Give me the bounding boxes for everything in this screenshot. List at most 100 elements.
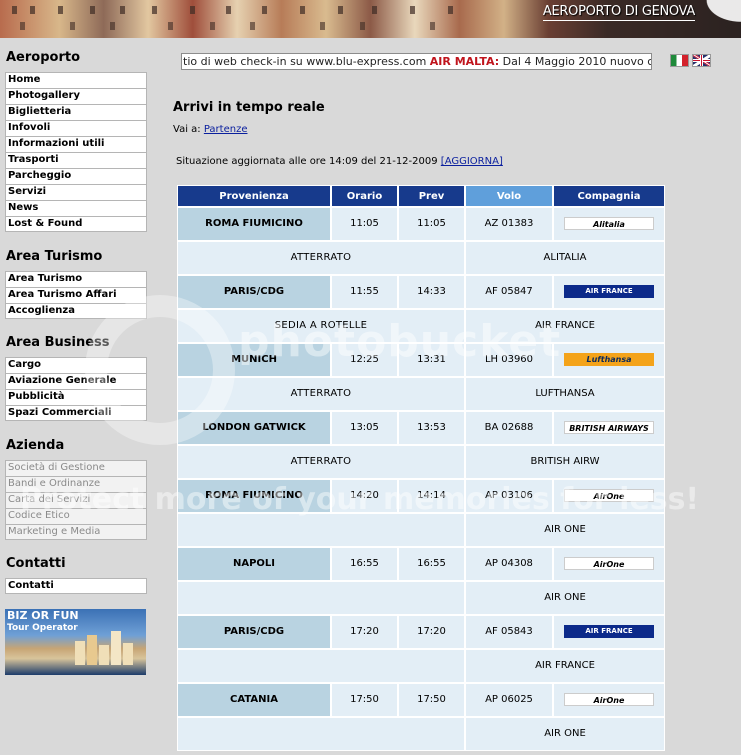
aggiorna-link[interactable]: [AGGIORNA] xyxy=(441,156,503,167)
cell-status xyxy=(177,513,465,547)
cell-prev: 14:33 xyxy=(398,275,465,309)
sidebar-item-carta-dei-servizi[interactable]: Carta dei Servizi xyxy=(5,492,147,508)
cell-compagnia: ALITALIA xyxy=(465,241,665,275)
table-row-status: AIR ONE xyxy=(177,717,665,751)
cell-orario: 14:20 xyxy=(331,479,398,513)
airline-logo: AirOne xyxy=(564,556,654,570)
cell-compagnia: AIR FRANCE xyxy=(465,649,665,683)
ticker-highlight: AIR MALTA: xyxy=(429,55,500,68)
menu-contatti: Contatti xyxy=(5,578,147,594)
sidebar-item-lost-found[interactable]: Lost & Found xyxy=(5,216,147,232)
cell-prev: 17:50 xyxy=(398,683,465,717)
news-ticker[interactable]: tio di web check-in su www.blu-express.c… xyxy=(181,53,652,70)
sidebar-item-servizi[interactable]: Servizi xyxy=(5,184,147,200)
cell-compagnia: AIR ONE xyxy=(465,513,665,547)
sidebar-item-bandi-e-ordinanze[interactable]: Bandi e Ordinanze xyxy=(5,476,147,492)
cell-volo: AP 06025 xyxy=(465,683,553,717)
table-row-status: AIR ONE xyxy=(177,581,665,615)
table-row[interactable]: LONDON GATWICK 13:05 13:53 BA 02688 BRITISH … xyxy=(177,411,665,445)
table-row[interactable]: CATANIA 17:50 17:50 AP 06025 AirOne xyxy=(177,683,665,717)
cell-status: ATTERRATO xyxy=(177,241,465,275)
cell-orario: 11:55 xyxy=(331,275,398,309)
cell-provenienza: PARIS/CDG xyxy=(177,615,331,649)
cell-volo: BA 02688 xyxy=(465,411,553,445)
table-row[interactable]: PARIS/CDG 11:55 14:33 AF 05847 AIR FRANCE xyxy=(177,275,665,309)
sidebar-item-infovoli[interactable]: Infovoli xyxy=(5,120,147,136)
table-row-status: ATTERRATO LUFTHANSA xyxy=(177,377,665,411)
table-row[interactable]: NAPOLI 16:55 16:55 AP 04308 AirOne xyxy=(177,547,665,581)
sidebar-item-home[interactable]: Home xyxy=(5,72,147,88)
sidebar-item-informazioni-utili[interactable]: Informazioni utili xyxy=(5,136,147,152)
cell-status: SEDIA A ROTELLE xyxy=(177,309,465,343)
cell-provenienza: CATANIA xyxy=(177,683,331,717)
cell-prev: 16:55 xyxy=(398,547,465,581)
cell-provenienza: NAPOLI xyxy=(177,547,331,581)
airline-logo: AIR FRANCE xyxy=(564,284,654,298)
sidebar-item-contatti[interactable]: Contatti xyxy=(5,578,147,594)
sidebar-item-codice-etico[interactable]: Codice Etico xyxy=(5,508,147,524)
cell-orario: 13:05 xyxy=(331,411,398,445)
partenze-link[interactable]: Partenze xyxy=(204,124,248,135)
cell-compagnia-logo: BRITISH AIRWAYS xyxy=(553,411,665,445)
cell-provenienza: ROMA FIUMICINO xyxy=(177,479,331,513)
site-title: AEROPORTO DI GENOVA xyxy=(542,4,695,21)
sidebar-item-trasporti[interactable]: Trasporti xyxy=(5,152,147,168)
airline-logo: Lufthansa xyxy=(564,352,654,366)
cell-prev: 17:20 xyxy=(398,615,465,649)
sidebar-item-societa-di-gestione[interactable]: Società di Gestione xyxy=(5,460,147,476)
header-volo[interactable]: Volo xyxy=(465,185,553,207)
cell-volo: AP 04308 xyxy=(465,547,553,581)
header-prev[interactable]: Prev xyxy=(398,185,465,207)
sidebar-item-cargo[interactable]: Cargo xyxy=(5,357,147,373)
italian-flag-icon[interactable] xyxy=(670,54,689,67)
uk-flag-icon[interactable] xyxy=(692,54,711,67)
cell-prev: 13:31 xyxy=(398,343,465,377)
cell-compagnia: AIR FRANCE xyxy=(465,309,665,343)
sidebar-item-marketing-e-media[interactable]: Marketing e Media xyxy=(5,524,147,540)
cell-status xyxy=(177,717,465,751)
cell-orario: 17:50 xyxy=(331,683,398,717)
cell-status: ATTERRATO xyxy=(177,377,465,411)
cell-provenienza: LONDON GATWICK xyxy=(177,411,331,445)
sidebar-item-pubblicita[interactable]: Pubblicità xyxy=(5,389,147,405)
sidebar-item-area-turismo[interactable]: Area Turismo xyxy=(5,271,147,287)
goto-label: Vai a: xyxy=(173,124,201,135)
menu-aeroporto: Home Photogallery Biglietteria Infovoli … xyxy=(5,72,147,232)
cell-volo: LH 03960 xyxy=(465,343,553,377)
menu-area-business: Cargo Aviazione Generale Pubblicità Spaz… xyxy=(5,357,147,421)
update-line: Situazione aggiornata alle ore 14:09 del… xyxy=(176,156,503,167)
ticker-text-end: Dal 4 Maggio 2010 nuovo co xyxy=(499,55,652,68)
cell-compagnia: AIR ONE xyxy=(465,717,665,751)
table-row[interactable]: ROMA FIUMICINO 14:20 14:14 AP 03106 AirOne xyxy=(177,479,665,513)
header-compagnia[interactable]: Compagnia xyxy=(553,185,665,207)
sidebar-item-news[interactable]: News xyxy=(5,200,147,216)
cell-compagnia: AIR ONE xyxy=(465,581,665,615)
promo-banner[interactable]: BIZ OR FUN Tour Operator xyxy=(5,609,146,675)
header-orario[interactable]: Orario xyxy=(331,185,398,207)
section-title-area-business: Area Business xyxy=(6,335,110,350)
table-row[interactable]: PARIS/CDG 17:20 17:20 AF 05843 AIR FRANCE xyxy=(177,615,665,649)
goto-line: Vai a: Partenze xyxy=(173,124,247,135)
table-row[interactable]: ROMA FIUMICINO 11:05 11:05 AZ 01383 Alitalia xyxy=(177,207,665,241)
arrivals-table: Provenienza Orario Prev Volo Compagnia R… xyxy=(177,185,665,751)
menu-azienda: Società di Gestione Bandi e Ordinanze Ca… xyxy=(5,460,147,540)
sidebar-item-aviazione-generale[interactable]: Aviazione Generale xyxy=(5,373,147,389)
table-row[interactable]: MUNICH 12:25 13:31 LH 03960 Lufthansa xyxy=(177,343,665,377)
cell-compagnia-logo: AIR FRANCE xyxy=(553,275,665,309)
sidebar-item-parcheggio[interactable]: Parcheggio xyxy=(5,168,147,184)
cell-prev: 13:53 xyxy=(398,411,465,445)
sidebar-item-biglietteria[interactable]: Biglietteria xyxy=(5,104,147,120)
ticker-text: tio di web check-in su www.blu-express.c… xyxy=(183,55,430,68)
header-provenienza[interactable]: Provenienza xyxy=(177,185,331,207)
promo-subtitle: Tour Operator xyxy=(7,623,78,633)
cell-orario: 17:20 xyxy=(331,615,398,649)
cell-provenienza: PARIS/CDG xyxy=(177,275,331,309)
cell-compagnia-logo: Alitalia xyxy=(553,207,665,241)
section-title-aeroporto: Aeroporto xyxy=(6,50,81,65)
sidebar-item-accoglienza[interactable]: Accoglienza xyxy=(5,303,147,319)
cell-prev: 14:14 xyxy=(398,479,465,513)
sidebar-item-photogallery[interactable]: Photogallery xyxy=(5,88,147,104)
sidebar-item-area-turismo-affari[interactable]: Area Turismo Affari xyxy=(5,287,147,303)
sidebar-item-spazi-commerciali[interactable]: Spazi Commerciali xyxy=(5,405,147,421)
cell-compagnia: BRITISH AIRW xyxy=(465,445,665,479)
